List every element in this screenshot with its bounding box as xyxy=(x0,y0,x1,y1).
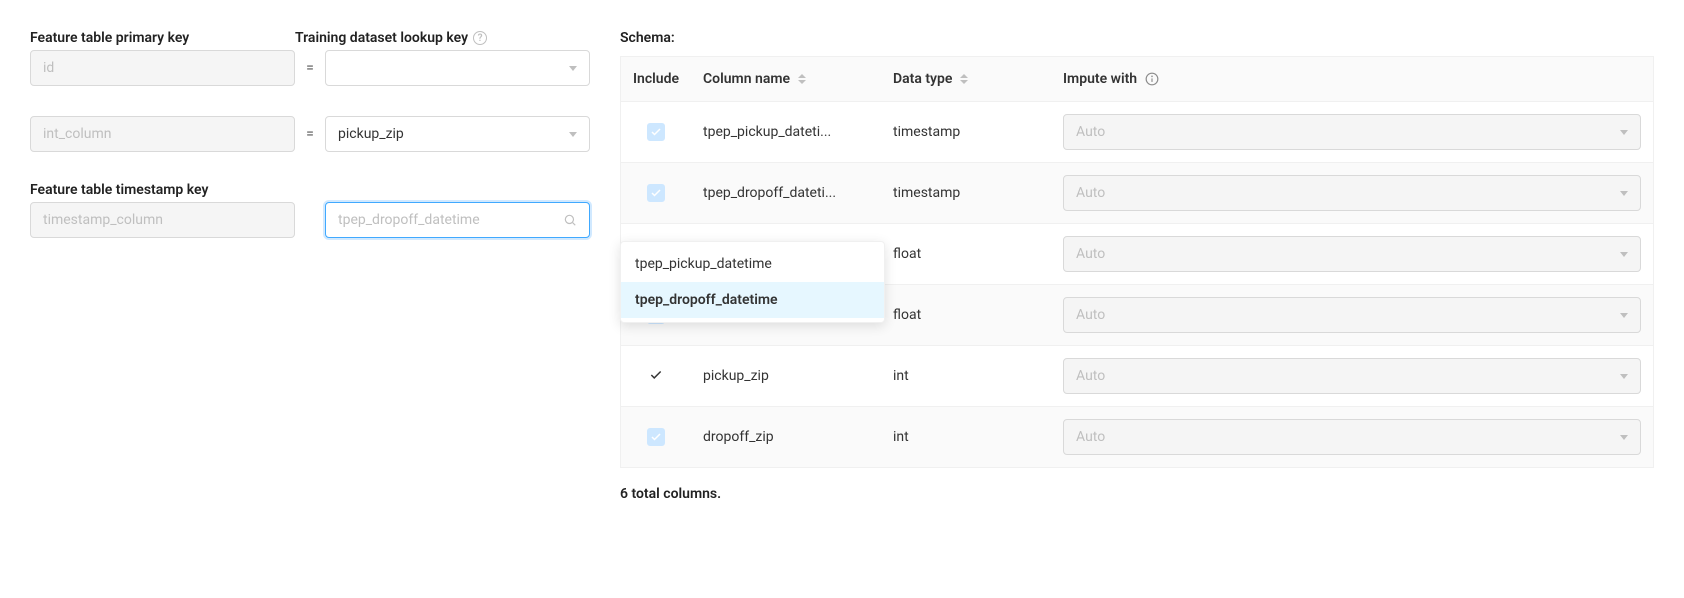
timestamp-dropdown: tpep_pickup_datetime tpep_dropoff_dateti… xyxy=(620,241,885,323)
lookup-key-select-2[interactable]: pickup_zip xyxy=(325,116,590,152)
column-name-cell: tpep_pickup_dateti... xyxy=(691,102,881,163)
impute-select[interactable]: Auto xyxy=(1063,236,1641,272)
search-icon xyxy=(563,213,577,227)
impute-select[interactable]: Auto xyxy=(1063,358,1641,394)
impute-select[interactable]: Auto xyxy=(1063,114,1641,150)
header-data-type[interactable]: Data type xyxy=(881,57,1051,102)
header-include: Include xyxy=(621,57,692,102)
equals-sign: = xyxy=(295,60,325,76)
info-icon[interactable] xyxy=(1145,72,1159,86)
data-type-cell: float xyxy=(881,285,1051,346)
table-row: tpep_dropoff_dateti...timestamp Auto xyxy=(621,163,1654,224)
chevron-down-icon xyxy=(1620,252,1628,257)
column-name-cell: dropoff_zip xyxy=(691,407,881,468)
lookup-key-select-1[interactable] xyxy=(325,50,590,86)
timestamp-key-label: Feature table timestamp key xyxy=(30,182,295,198)
data-type-cell: timestamp xyxy=(881,163,1051,224)
sort-icon[interactable] xyxy=(960,74,968,84)
data-type-cell: int xyxy=(881,407,1051,468)
dropdown-option[interactable]: tpep_dropoff_datetime xyxy=(621,282,884,318)
primary-key-input-1: id xyxy=(30,50,295,86)
chevron-down-icon xyxy=(569,66,577,71)
chevron-down-icon xyxy=(1620,130,1628,135)
data-type-cell: timestamp xyxy=(881,102,1051,163)
lookup-key-label: Training dataset lookup key ? xyxy=(295,30,590,46)
chevron-down-icon xyxy=(1620,374,1628,379)
include-check-icon[interactable] xyxy=(647,366,665,384)
chevron-down-icon xyxy=(569,132,577,137)
timestamp-lookup-select[interactable]: tpep_dropoff_datetime xyxy=(325,202,590,238)
schema-footer: 6 total columns. xyxy=(620,486,1654,502)
impute-select[interactable]: Auto xyxy=(1063,175,1641,211)
primary-key-label: Feature table primary key xyxy=(30,30,295,46)
chevron-down-icon xyxy=(1620,435,1628,440)
column-name-cell: tpep_dropoff_dateti... xyxy=(691,163,881,224)
chevron-down-icon xyxy=(1620,313,1628,318)
include-checkbox[interactable] xyxy=(647,184,665,202)
table-row: tpep_pickup_dateti...timestamp Auto xyxy=(621,102,1654,163)
include-checkbox[interactable] xyxy=(647,123,665,141)
header-column-name[interactable]: Column name xyxy=(691,57,881,102)
schema-title: Schema: xyxy=(620,30,1654,46)
header-impute: Impute with xyxy=(1051,57,1653,102)
include-checkbox[interactable] xyxy=(647,428,665,446)
primary-key-input-2: int_column xyxy=(30,116,295,152)
equals-sign: = xyxy=(295,126,325,142)
sort-icon[interactable] xyxy=(798,74,806,84)
chevron-down-icon xyxy=(1620,191,1628,196)
impute-select[interactable]: Auto xyxy=(1063,297,1641,333)
impute-select[interactable]: Auto xyxy=(1063,419,1641,455)
data-type-cell: float xyxy=(881,224,1051,285)
column-name-cell: pickup_zip xyxy=(691,346,881,407)
table-row: pickup_zipint Auto xyxy=(621,346,1654,407)
data-type-cell: int xyxy=(881,346,1051,407)
timestamp-key-input: timestamp_column xyxy=(30,202,295,238)
table-row: dropoff_zipint Auto xyxy=(621,407,1654,468)
help-icon[interactable]: ? xyxy=(473,31,487,45)
dropdown-option[interactable]: tpep_pickup_datetime xyxy=(621,246,884,282)
